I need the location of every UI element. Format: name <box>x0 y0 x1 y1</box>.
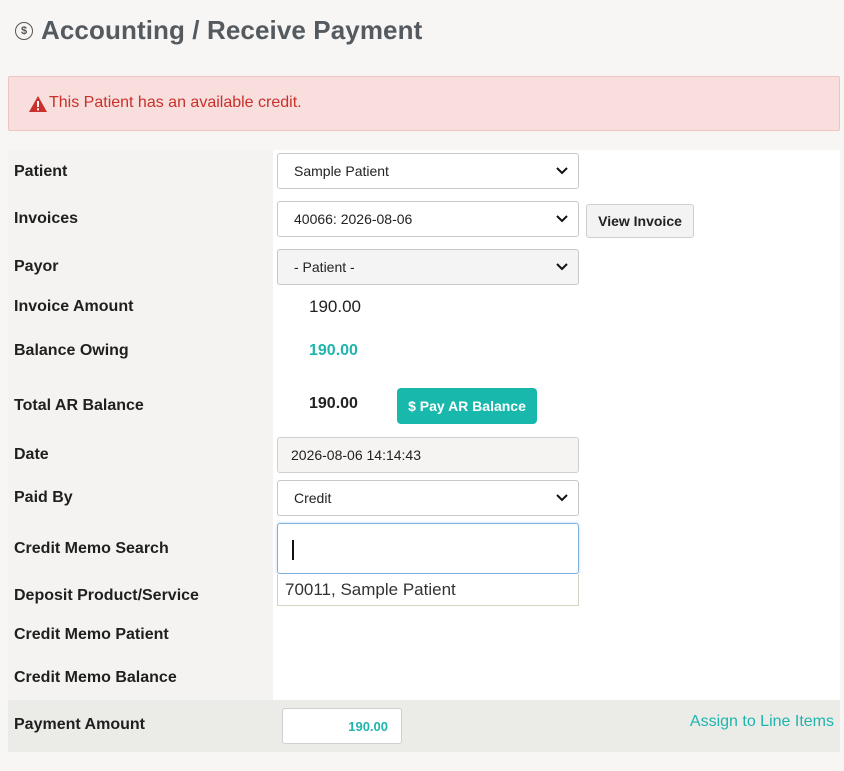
balance-owing-label: Balance Owing <box>14 342 129 359</box>
deposit-product-label: Deposit Product/Service <box>14 587 199 604</box>
paid-by-select[interactable]: Credit <box>277 480 579 516</box>
pay-ar-balance-button[interactable]: $ Pay AR Balance <box>397 388 537 424</box>
invoices-select[interactable]: 40066: 2026-08-06 <box>277 201 579 237</box>
paid-by-label: Paid By <box>14 489 73 506</box>
page-header: $ Accounting / Receive Payment <box>0 0 844 66</box>
payment-form: Patient Sample Patient Invoices 40066: 2… <box>8 150 840 752</box>
payment-amount-value: 190.00 <box>348 718 388 734</box>
invoice-amount-label: Invoice Amount <box>14 298 134 315</box>
alert-message: This Patient has an available credit. <box>49 94 302 111</box>
date-value: 2026-08-06 14:14:43 <box>291 447 421 463</box>
label-column <box>8 150 273 700</box>
paid-by-select-value: Credit <box>294 490 332 506</box>
payor-select[interactable]: - Patient - <box>277 249 579 285</box>
warning-icon <box>29 96 47 112</box>
invoices-label: Invoices <box>14 210 79 227</box>
view-invoice-button[interactable]: View Invoice <box>586 204 694 238</box>
chevron-down-icon <box>556 215 568 223</box>
total-ar-balance-label: Total AR Balance <box>14 397 144 414</box>
text-caret <box>292 540 294 560</box>
payor-select-value: - Patient - <box>294 259 355 275</box>
invoice-amount-value: 190.00 <box>309 297 361 316</box>
patient-label: Patient <box>14 163 68 180</box>
credit-memo-search-label: Credit Memo Search <box>14 540 169 557</box>
credit-memo-search-input[interactable] <box>277 523 579 574</box>
dollar-circle-icon: $ <box>15 22 33 40</box>
credit-memo-balance-label: Credit Memo Balance <box>14 669 177 686</box>
total-ar-balance-value: 190.00 <box>309 395 358 412</box>
invoices-select-value: 40066: 2026-08-06 <box>294 211 413 227</box>
page-title: Accounting / Receive Payment <box>41 15 423 45</box>
date-label: Date <box>14 446 49 463</box>
balance-owing-value: 190.00 <box>309 342 358 359</box>
assign-to-line-items-link[interactable]: Assign to Line Items <box>690 713 834 731</box>
credit-memo-suggestion[interactable]: 70011, Sample Patient <box>277 574 579 606</box>
patient-select[interactable]: Sample Patient <box>277 153 579 189</box>
payment-amount-row: Payment Amount 190.00 Assign to Line Ite… <box>8 700 840 752</box>
payor-label: Payor <box>14 258 59 275</box>
chevron-down-icon <box>556 167 568 175</box>
payment-amount-label: Payment Amount <box>14 716 145 733</box>
credit-memo-patient-label: Credit Memo Patient <box>14 626 169 643</box>
date-field[interactable]: 2026-08-06 14:14:43 <box>277 437 579 473</box>
patient-select-value: Sample Patient <box>294 163 389 179</box>
chevron-down-icon <box>556 494 568 502</box>
payment-amount-input[interactable]: 190.00 <box>282 708 402 744</box>
chevron-down-icon <box>556 263 568 271</box>
credit-alert: This Patient has an available credit. <box>8 76 840 131</box>
